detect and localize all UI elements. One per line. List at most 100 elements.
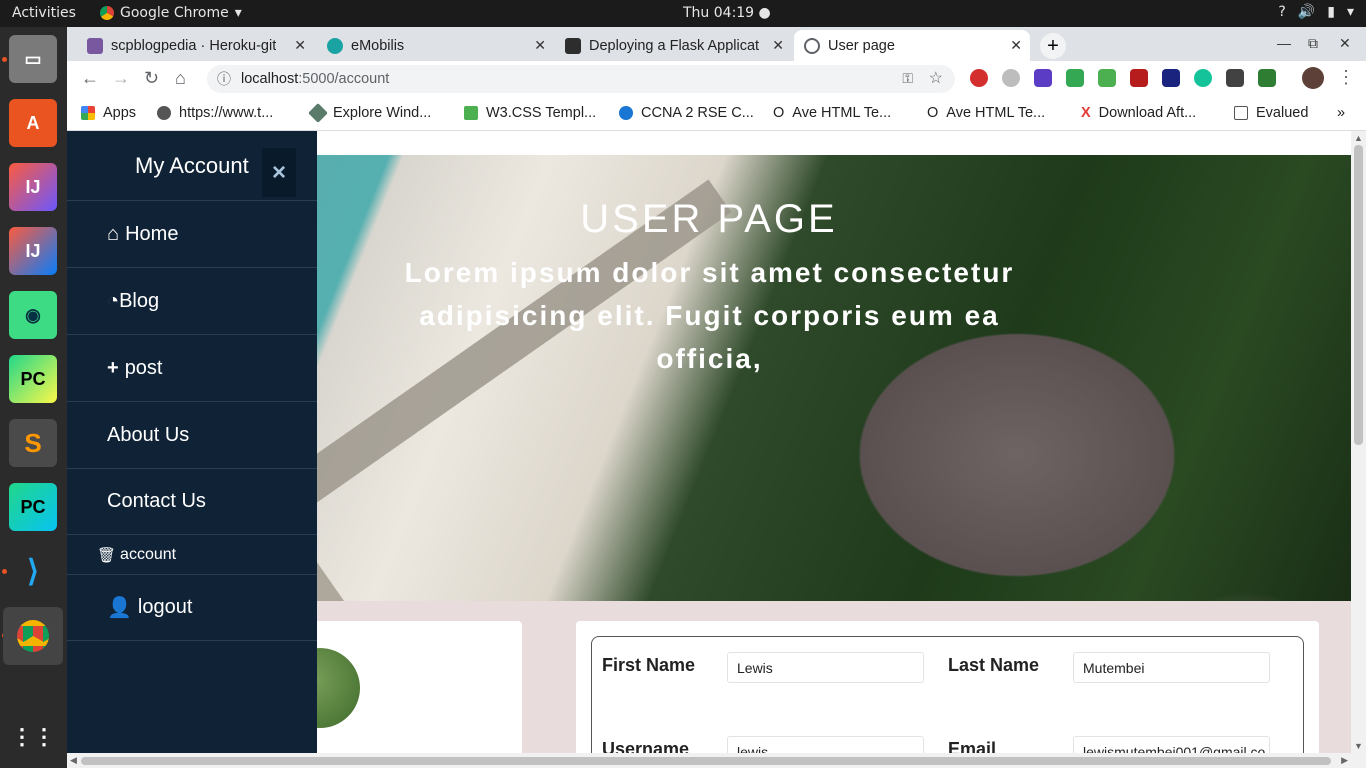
activities-button[interactable]: Activities (12, 5, 76, 21)
battery-icon: ▮ (1327, 4, 1335, 20)
hero-subtitle: Lorem ipsum dolor sit amet consectetur a… (404, 257, 1015, 374)
restore-icon[interactable]: ⧉ (1308, 35, 1318, 52)
sidebar-item-label: Home (125, 222, 179, 245)
scroll-right-icon[interactable]: ▶ (1341, 755, 1348, 766)
extension-icon[interactable] (1162, 69, 1180, 87)
more-bookmarks-button[interactable]: » (1337, 105, 1345, 121)
chevron-down-icon: ▾ (234, 5, 242, 21)
adblock-icon[interactable] (970, 69, 988, 87)
bookmark-item[interactable]: Explore Wind... (308, 103, 431, 123)
scrollbar-thumb[interactable] (1354, 145, 1363, 445)
extension-icon[interactable] (1034, 69, 1052, 87)
first-name-field[interactable]: Lewis (727, 652, 924, 683)
system-tray[interactable]: ? 🔊 ▮ ▾ (1278, 4, 1354, 20)
site-icon (565, 37, 581, 54)
extension-icon[interactable] (1258, 69, 1276, 87)
files-icon[interactable]: ▭ (9, 35, 57, 83)
system-top-bar: Activities Google Chrome ▾ Thu 04:19 ● ?… (0, 0, 1366, 27)
scroll-down-icon[interactable]: ▼ (1354, 741, 1363, 751)
forward-icon[interactable]: → (112, 68, 130, 89)
bookmark-star-icon[interactable]: ☆ (929, 68, 943, 88)
circle-icon: O (773, 105, 785, 121)
bookmark-item[interactable]: CCNA 2 RSE C... (619, 105, 754, 121)
intellij-icon[interactable]: IJ (9, 163, 57, 211)
sidebar-item-label: About Us (107, 423, 190, 446)
username-label: Username (602, 739, 690, 753)
intellij-icon[interactable]: IJ (9, 227, 57, 275)
close-icon[interactable]: ✕ (1010, 37, 1022, 54)
sidebar-item-logout[interactable]: 👤 logout (67, 575, 317, 641)
horizontal-scrollbar[interactable]: ◀ ▶ (67, 753, 1366, 768)
tab-user-page[interactable]: User page ✕ (794, 30, 1030, 61)
menu-icon[interactable]: ⋮ (1337, 67, 1355, 88)
sidebar-item-home[interactable]: ⌂ Home (67, 201, 317, 268)
vscode-icon[interactable]: ⟩ (9, 547, 57, 595)
sidebar-item-post[interactable]: + post (67, 335, 317, 402)
new-tab-button[interactable]: + (1040, 33, 1066, 59)
tab-emobilis[interactable]: eMobilis ✕ (317, 30, 554, 61)
bookmark-item[interactable]: O Ave HTML Te... (927, 105, 1045, 121)
key-icon[interactable]: ⚿ (902, 70, 913, 87)
tab-title: User page (828, 37, 895, 54)
bookmark-item[interactable]: X Download Aft... (1081, 105, 1196, 121)
pycharm-icon[interactable]: PC (9, 483, 57, 531)
pycharm-icon[interactable]: PC (9, 355, 57, 403)
bookmark-item[interactable]: https://www.t... (157, 105, 273, 121)
trash-icon: 🗑 (97, 546, 117, 564)
bookmark-item[interactable]: Evalued (1234, 105, 1308, 121)
scrollbar-thumb[interactable] (81, 757, 1331, 765)
extension-icon[interactable] (1066, 69, 1084, 87)
tab-flask-deploy[interactable]: Deploying a Flask Applicat ✕ (555, 30, 792, 61)
browser-frame: scpblogpedia · Heroku-git ✕ eMobilis ✕ D… (67, 27, 1366, 131)
android-studio-icon[interactable]: ◉ (9, 291, 57, 339)
sidebar-item-contact[interactable]: Contact Us (67, 469, 317, 535)
sublime-text-icon[interactable]: S (9, 419, 57, 467)
w3-icon (464, 106, 478, 120)
bookmark-item[interactable]: W3.CSS Templ... (464, 105, 596, 121)
home-icon[interactable]: ⌂ (175, 68, 186, 89)
profile-avatar[interactable] (1302, 67, 1324, 89)
url-text[interactable]: localhost:5000/account (241, 71, 389, 87)
app-menu[interactable]: Google Chrome ▾ (100, 5, 242, 21)
scroll-left-icon[interactable]: ◀ (70, 755, 77, 766)
back-icon[interactable]: ← (81, 68, 99, 89)
close-icon[interactable]: ✕ (534, 37, 546, 54)
bookmark-item[interactable]: O Ave HTML Te... (773, 105, 891, 121)
minimize-icon[interactable]: — (1277, 35, 1291, 51)
username-field[interactable]: lewis (727, 736, 924, 753)
info-icon[interactable]: ⓘ (217, 69, 231, 89)
address-bar[interactable]: ⓘ localhost:5000/account ⚿ ☆ (207, 65, 955, 93)
show-applications-icon[interactable]: ⋮⋮ (9, 713, 57, 761)
diamond-icon (308, 103, 328, 123)
profile-form: First Name Lewis Last Name Mutembei User… (591, 636, 1304, 753)
close-window-icon[interactable]: ✕ (1339, 35, 1351, 52)
grammarly-icon[interactable] (1194, 69, 1212, 87)
heroku-icon (87, 37, 103, 54)
sidebar-item-about[interactable]: About Us (67, 402, 317, 469)
sidebar-item-account[interactable]: 🗑 account (67, 535, 317, 575)
bookmark-apps[interactable]: Apps (81, 105, 136, 121)
vertical-scrollbar[interactable]: ▲ ▼ (1351, 131, 1366, 753)
clock[interactable]: Thu 04:19 ● (683, 5, 771, 21)
extension-icon[interactable] (1130, 69, 1148, 87)
close-icon[interactable]: ✕ (294, 37, 306, 54)
close-icon[interactable]: ✕ (772, 37, 784, 54)
last-name-field[interactable]: Mutembei (1073, 652, 1270, 683)
close-sidebar-button[interactable]: × (262, 148, 296, 197)
browser-toolbar: ← → ↻ ⌂ ⓘ localhost:5000/account ⚿ ☆ ⋮ (67, 61, 1366, 97)
email-field[interactable]: lewismutembei001@gmail.co (1073, 736, 1270, 753)
sidebar-item-label: post (124, 356, 163, 379)
chrome-icon[interactable] (3, 607, 63, 665)
software-center-icon[interactable]: A (9, 99, 57, 147)
bookmarks-bar: Apps https://www.t... Explore Wind... W3… (67, 97, 1366, 131)
apps-grid-icon (81, 106, 95, 120)
profile-form-card: First Name Lewis Last Name Mutembei User… (576, 621, 1319, 753)
scroll-up-icon[interactable]: ▲ (1354, 133, 1363, 143)
extension-icon[interactable] (1098, 69, 1116, 87)
x-icon: X (1081, 105, 1091, 121)
sidebar-item-blog[interactable]: ◔ Blog (67, 268, 317, 335)
extension-icon[interactable] (1226, 69, 1244, 87)
extension-icon[interactable] (1002, 69, 1020, 87)
tab-scpblogpedia[interactable]: scpblogpedia · Heroku-git ✕ (77, 30, 314, 61)
reload-icon[interactable]: ↻ (144, 68, 159, 89)
